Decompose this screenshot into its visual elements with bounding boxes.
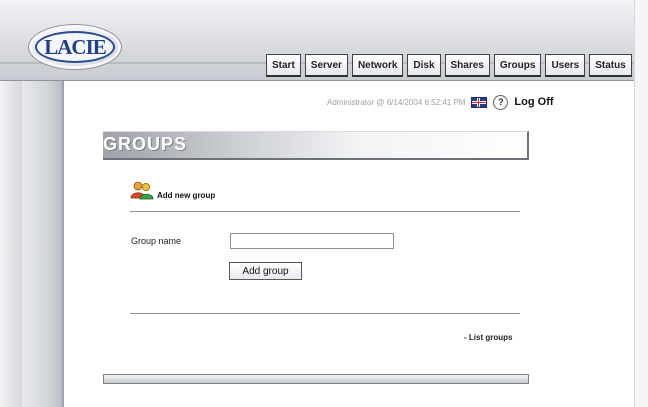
- section-divider-top: [130, 211, 520, 212]
- logoff-link[interactable]: Log Off: [514, 96, 553, 108]
- tab-status[interactable]: Status: [589, 54, 632, 77]
- page-title-bar: GROUPS: [103, 131, 529, 160]
- flag-cross-v: [478, 97, 480, 107]
- group-name-input[interactable]: [230, 233, 394, 249]
- vertical-scrollbar[interactable]: [634, 0, 648, 407]
- tab-users[interactable]: Users: [545, 54, 586, 77]
- tab-network[interactable]: Network: [351, 54, 404, 77]
- sidebar-edge: [62, 81, 64, 407]
- logo-text: LACIE: [44, 34, 107, 59]
- uk-flag-icon[interactable]: [471, 96, 488, 108]
- list-groups-link[interactable]: - List groups: [464, 333, 512, 342]
- users-icon: [130, 181, 154, 200]
- main-tabs: Start Server Network Disk Shares Groups …: [266, 54, 632, 77]
- section-divider-bottom: [130, 313, 520, 314]
- group-name-label: Group name: [131, 236, 182, 246]
- footer-bar: [103, 374, 529, 384]
- tab-groups[interactable]: Groups: [493, 54, 542, 77]
- header-banner: LACIE Start Server Network Disk Shares G…: [0, 0, 634, 81]
- lacie-logo: LACIE: [28, 24, 122, 70]
- logo-badge: LACIE: [35, 31, 115, 63]
- sidebar-panel-inner: [22, 81, 62, 407]
- help-icon[interactable]: ?: [493, 94, 509, 110]
- page-title: GROUPS: [103, 134, 188, 154]
- add-group-button[interactable]: Add group: [229, 262, 302, 280]
- tab-start[interactable]: Start: [266, 54, 301, 77]
- tab-disk[interactable]: Disk: [407, 54, 441, 77]
- status-line: Administrator @ 6/14/2004 6:52:41 PM ? L…: [327, 94, 554, 110]
- tab-server[interactable]: Server: [304, 54, 348, 77]
- tab-shares[interactable]: Shares: [444, 54, 490, 77]
- sidebar-panel-outer: [0, 81, 22, 407]
- session-info: Administrator @ 6/14/2004 6:52:41 PM: [327, 97, 466, 107]
- flag-cross-h: [472, 101, 487, 103]
- add-group-heading: Add new group: [157, 191, 216, 200]
